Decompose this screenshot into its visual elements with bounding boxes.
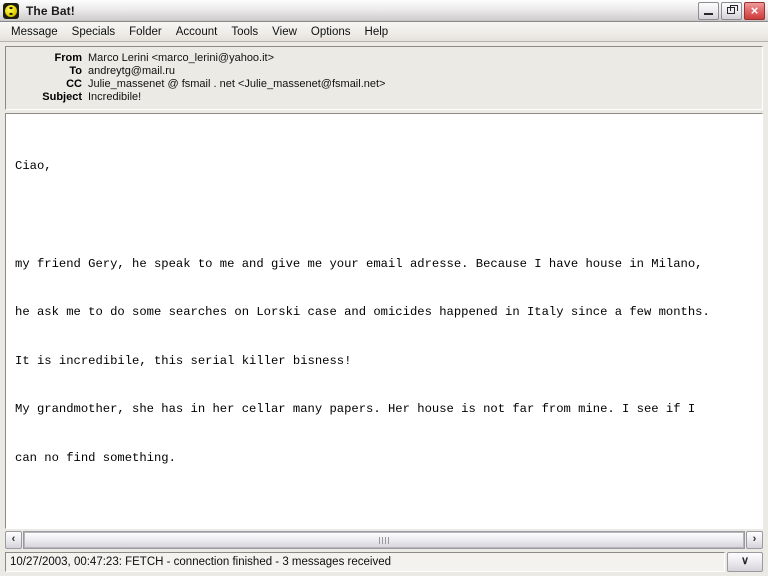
body-line <box>15 499 762 515</box>
chevron-left-icon: ‹ <box>11 533 16 545</box>
header-row-subject: Subject Incredibile! <box>6 91 762 104</box>
status-dropdown-button[interactable]: ∨ <box>727 552 763 572</box>
restore-icon <box>727 5 738 14</box>
body-line: can no find something. <box>15 451 176 466</box>
the-bat-main-window: The Bat! × Message Specials Folder Accou… <box>0 0 768 576</box>
status-message-field: 10/27/2003, 00:47:23: FETCH - connection… <box>5 552 725 572</box>
window-title: The Bat! <box>26 3 75 18</box>
header-label-cc: CC <box>66 78 82 90</box>
title-bar: The Bat! × <box>0 0 768 22</box>
header-label-from: From <box>54 52 83 64</box>
scrollbar-thumb[interactable] <box>24 532 744 548</box>
status-text: 10/27/2003, 00:47:23: FETCH - connection… <box>10 556 391 568</box>
menu-bar: Message Specials Folder Account Tools Vi… <box>0 22 768 42</box>
body-line: Ciao, <box>15 159 52 174</box>
minimize-button[interactable] <box>698 2 719 20</box>
bat-app-icon <box>3 2 19 19</box>
scroll-left-button[interactable]: ‹ <box>5 531 22 549</box>
header-value-cc[interactable]: Julie_massenet @ fsmail . net <Julie_mas… <box>88 78 385 91</box>
body-line: My grandmother, she has in her cellar ma… <box>15 402 696 417</box>
header-row-to: To andreytg@mail.ru <box>6 65 762 78</box>
scroll-right-button[interactable]: › <box>746 531 763 549</box>
horizontal-scrollbar[interactable]: ‹ › <box>5 531 763 549</box>
menu-item-options[interactable]: Options <box>304 24 358 40</box>
scrollbar-track[interactable] <box>23 531 745 549</box>
header-value-subject: Incredibile! <box>88 91 142 103</box>
body-line: he ask me to do some searches on Lorski … <box>15 305 710 320</box>
header-row-from: From Marco Lerini <marco_lerini@yahoo.it… <box>6 52 762 65</box>
scrollbar-grip-icon <box>379 536 389 544</box>
body-line: It is incredibile, this serial killer bi… <box>15 353 352 368</box>
header-value-from[interactable]: Marco Lerini <marco_lerini@yahoo.it> <box>88 52 274 65</box>
chevron-down-icon: ∨ <box>740 555 750 567</box>
header-row-cc: CC Julie_massenet @ fsmail . net <Julie_… <box>6 78 762 91</box>
message-body-pane[interactable]: Ciao, my friend Gery, he speak to me and… <box>5 113 763 529</box>
header-value-to[interactable]: andreytg@mail.ru <box>88 65 175 78</box>
close-icon: × <box>750 3 759 18</box>
menu-item-help[interactable]: Help <box>358 24 396 40</box>
menu-item-account[interactable]: Account <box>169 24 225 40</box>
status-bar: 10/27/2003, 00:47:23: FETCH - connection… <box>5 552 763 572</box>
close-button[interactable]: × <box>744 2 765 20</box>
minimize-icon <box>704 13 713 15</box>
message-header-panel: From Marco Lerini <marco_lerini@yahoo.it… <box>5 46 763 110</box>
menu-item-message[interactable]: Message <box>4 24 65 40</box>
chevron-right-icon: › <box>752 533 757 545</box>
menu-item-folder[interactable]: Folder <box>122 24 169 40</box>
menu-item-specials[interactable]: Specials <box>65 24 122 40</box>
restore-button[interactable] <box>721 2 742 20</box>
body-line <box>15 207 762 223</box>
header-label-to: To <box>69 65 82 77</box>
window-controls: × <box>698 2 765 20</box>
menu-item-tools[interactable]: Tools <box>224 24 265 40</box>
menu-item-view[interactable]: View <box>265 24 304 40</box>
body-line: my friend Gery, he speak to me and give … <box>15 256 703 271</box>
message-body-text: Ciao, my friend Gery, he speak to me and… <box>6 114 762 528</box>
header-label-subject: Subject <box>42 91 82 103</box>
